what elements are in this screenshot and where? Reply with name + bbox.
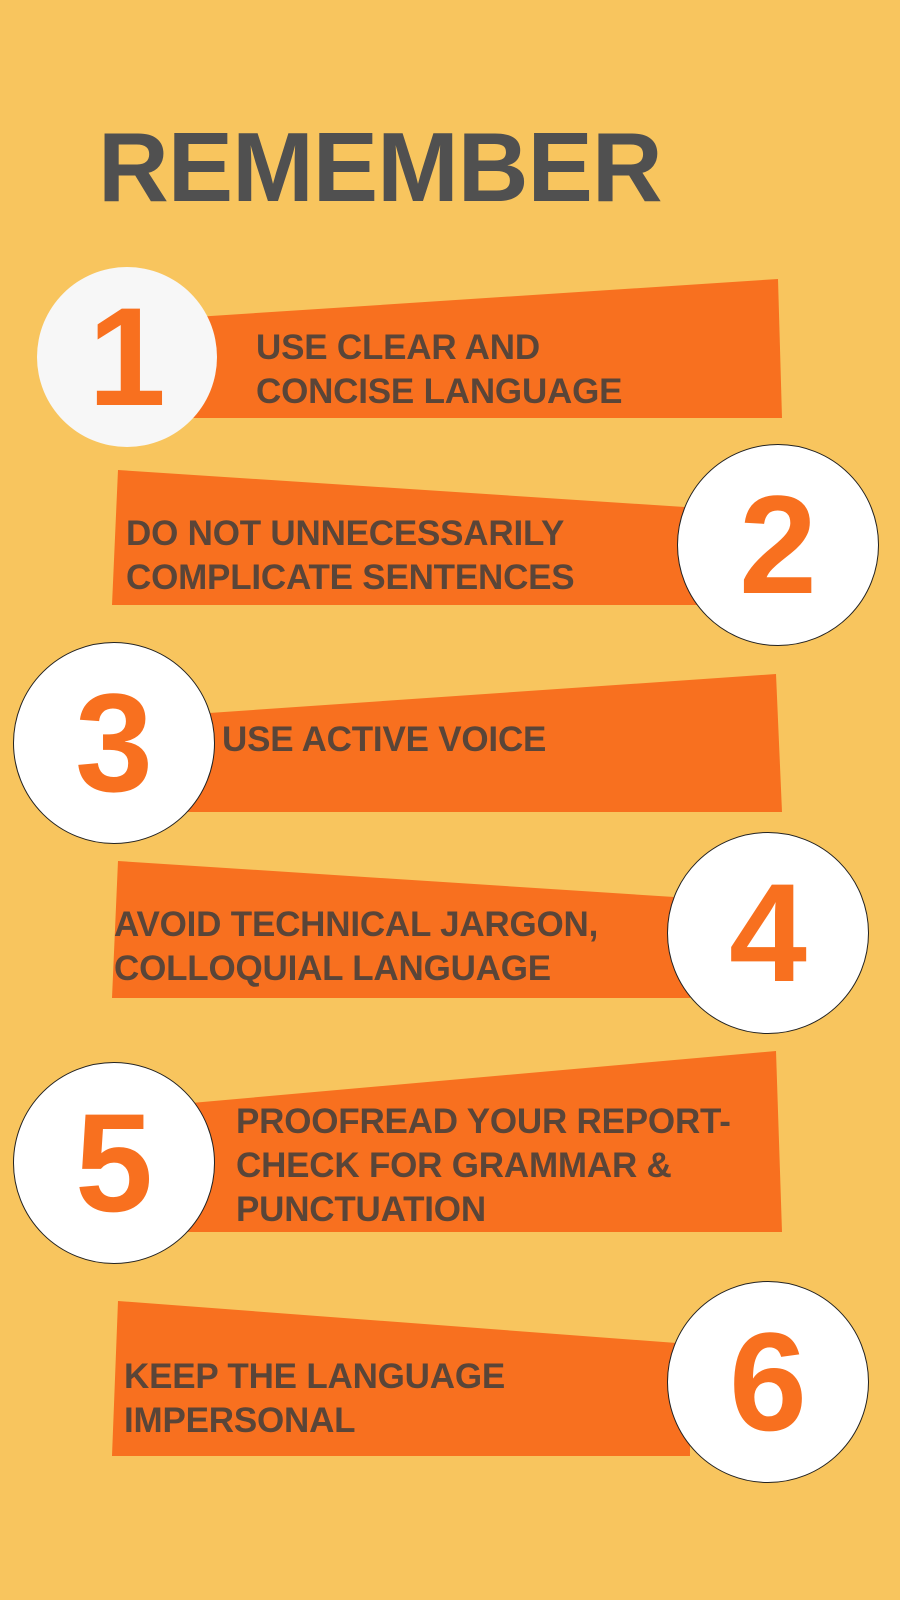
number-badge-4: 4 <box>667 832 869 1034</box>
item-6-text: KEEP THE LANGUAGE IMPERSONAL <box>124 1357 506 1440</box>
item-5-number: 5 <box>75 1084 153 1241</box>
item-4-text: AVOID TECHNICAL JARGON, COLLOQUIAL LANGU… <box>114 905 599 988</box>
number-badge-5: 5 <box>13 1062 215 1264</box>
item-4-number: 4 <box>729 854 807 1011</box>
item-3-text: USE ACTIVE VOICE <box>222 720 547 759</box>
number-badge-2: 2 <box>677 444 879 646</box>
infographic-canvas: REMEMBER USE CLEAR AND CONCISE LANGUAGE … <box>0 0 900 1600</box>
item-1-number: 1 <box>88 278 166 435</box>
number-badge-6: 6 <box>667 1281 869 1483</box>
item-2-text: DO NOT UNNECESSARILY COMPLICATE SENTENCE… <box>126 514 575 597</box>
item-2-number: 2 <box>739 466 817 623</box>
number-badge-3: 3 <box>13 642 215 844</box>
item-3-number: 3 <box>75 664 153 821</box>
item-1-text: USE CLEAR AND CONCISE LANGUAGE <box>256 328 623 411</box>
number-badge-1: 1 <box>37 267 217 447</box>
page-title: REMEMBER <box>98 112 663 222</box>
item-6-number: 6 <box>729 1303 807 1460</box>
item-5-text: PROOFREAD YOUR REPORT- CHECK FOR GRAMMAR… <box>236 1102 731 1229</box>
